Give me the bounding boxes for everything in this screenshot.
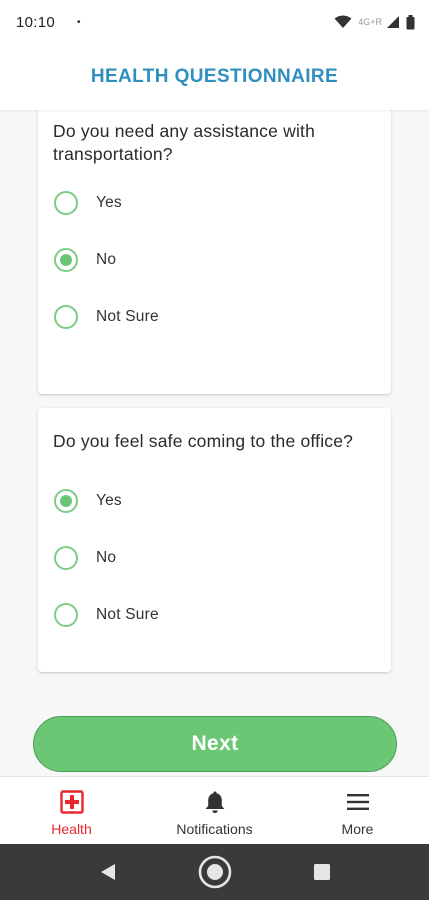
option-label: Not Sure bbox=[96, 308, 159, 325]
tab-label: Health bbox=[51, 821, 92, 837]
back-button[interactable] bbox=[54, 862, 161, 882]
status-icons: 4G+R bbox=[334, 14, 415, 30]
radio-button-selected[interactable] bbox=[54, 248, 78, 272]
question-card-transportation: Do you need any assistance with transpor… bbox=[38, 110, 391, 394]
tab-more[interactable]: More bbox=[286, 777, 429, 844]
tab-label: Notifications bbox=[176, 821, 253, 837]
radio-button[interactable] bbox=[54, 603, 78, 627]
battery-icon bbox=[406, 14, 415, 29]
menu-icon bbox=[346, 789, 370, 815]
network-type-label: 4G+R bbox=[358, 17, 382, 27]
question-text: Do you need any assistance with transpor… bbox=[53, 121, 316, 164]
recents-button[interactable] bbox=[268, 863, 375, 881]
question-card-safety: Do you feel safe coming to the office? Y… bbox=[38, 408, 391, 672]
radio-button[interactable] bbox=[54, 546, 78, 570]
option-label: Not Sure bbox=[96, 606, 159, 623]
recents-square-icon bbox=[313, 864, 330, 880]
tab-notifications[interactable]: Notifications bbox=[143, 777, 286, 844]
radio-button-selected[interactable] bbox=[54, 489, 78, 513]
radio-button[interactable] bbox=[54, 191, 78, 215]
option-yes[interactable]: Yes bbox=[54, 489, 122, 513]
back-triangle-icon bbox=[100, 864, 115, 880]
option-no[interactable]: No bbox=[54, 546, 116, 570]
bottom-tab-bar: Health Notifications More bbox=[0, 776, 429, 844]
option-no[interactable]: No bbox=[54, 248, 116, 272]
tab-label: More bbox=[341, 821, 374, 837]
cell-signal-icon bbox=[387, 16, 399, 28]
option-label: No bbox=[96, 251, 117, 268]
option-label: Yes bbox=[96, 492, 122, 509]
option-label: No bbox=[96, 549, 117, 566]
home-circle-icon bbox=[198, 855, 231, 889]
home-button[interactable] bbox=[161, 855, 268, 889]
medical-cross-icon bbox=[59, 789, 84, 815]
option-not-sure[interactable]: Not Sure bbox=[54, 603, 159, 627]
app-header: HEALTH QUESTIONNAIRE bbox=[0, 44, 429, 110]
next-button[interactable]: Next bbox=[33, 716, 397, 772]
option-not-sure[interactable]: Not Sure bbox=[54, 305, 159, 329]
question-text: Do you feel safe coming to the office? bbox=[53, 431, 354, 451]
wifi-icon bbox=[334, 15, 352, 28]
bell-icon bbox=[204, 789, 226, 815]
option-label: Yes bbox=[96, 194, 122, 211]
radio-button[interactable] bbox=[54, 305, 78, 329]
status-notification-dot: • bbox=[77, 16, 81, 28]
status-bar: 10:10 • 4G+R bbox=[0, 0, 429, 44]
option-yes[interactable]: Yes bbox=[54, 191, 122, 215]
questionnaire-content[interactable]: Do you need any assistance with transpor… bbox=[0, 110, 429, 776]
page-title: HEALTH QUESTIONNAIRE bbox=[90, 66, 339, 87]
system-navigation-bar bbox=[0, 844, 429, 900]
status-time: 10:10 bbox=[16, 13, 56, 31]
tab-health[interactable]: Health bbox=[0, 777, 143, 844]
